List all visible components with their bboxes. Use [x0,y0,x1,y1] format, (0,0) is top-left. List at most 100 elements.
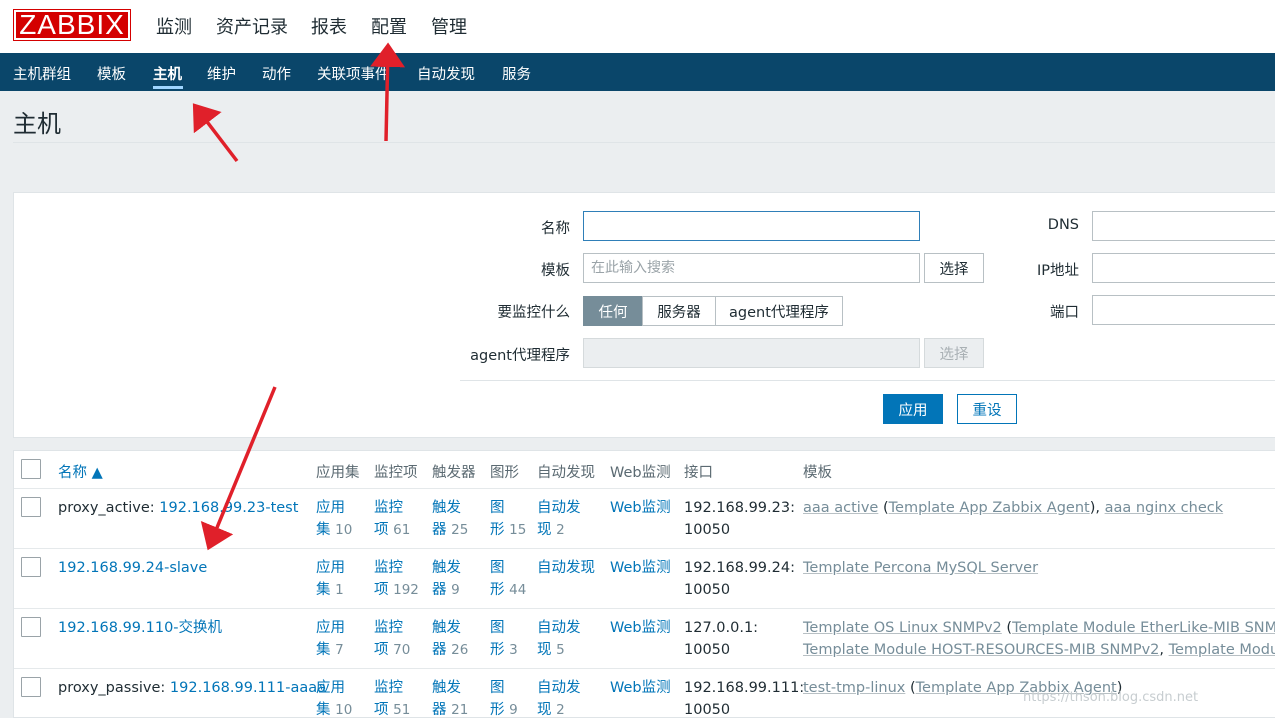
items-cell: 监控项 51 [374,677,411,718]
web-monitoring-link[interactable]: Web监测 [610,497,671,519]
column-header-web: Web监测 [610,465,671,481]
applications-label-a: 应用 [316,620,345,636]
column-header-templates: 模板 [803,465,832,481]
discovery-label-b: 现 [537,642,552,658]
proxy-select-button: 选择 [924,338,984,368]
apply-button[interactable]: 应用 [883,394,943,424]
subnav-actions[interactable]: 动作 [262,63,291,84]
row-checkbox[interactable] [21,677,41,697]
graphs-count: 3 [509,642,518,658]
host-name-link[interactable]: 192.168.99.23-test [159,500,298,516]
discovery-label-b: 现 [537,522,552,538]
template-link[interactable]: aaa active [803,500,878,516]
template-link[interactable]: Template Module [1169,642,1275,658]
monitored-by-proxy-option[interactable]: agent代理程序 [715,296,843,326]
host-name-link[interactable]: 192.168.99.110-交换机 [58,620,222,636]
template-select-button[interactable]: 选择 [924,253,984,283]
row-checkbox[interactable] [21,557,41,577]
monitored-by-any-option[interactable]: 任何 [583,296,643,326]
discovery-label-a: 自动发 [537,620,581,636]
host-name-link[interactable]: 192.168.99.111-aaaa [170,680,326,696]
page-title: 主机 [13,110,61,138]
template-link[interactable]: aaa nginx check [1105,500,1224,516]
reset-button[interactable]: 重设 [957,394,1017,424]
graphs-label-b: 形 [490,702,505,718]
logo-text: ZABBIX [19,9,125,40]
triggers-cell: 触发器 9 [432,557,461,601]
filter-template-input[interactable] [583,253,920,283]
items-label-b: 项 [374,582,389,598]
host-name-link[interactable]: 192.168.99.24-slave [58,560,207,576]
items-label-b: 项 [374,642,389,658]
proxy-label: proxy_passive: [58,680,170,696]
subnav-services[interactable]: 服务 [502,63,531,84]
discovery-label-b: 现 [537,702,552,718]
host-name-cell: 192.168.99.110-交换机 [58,617,222,639]
template-link[interactable]: Template App Zabbix Agent [889,500,1090,516]
hosts-table: 名称 ▲ 应用集 监控项 触发器 图形 自动发现 Web监测 接口 模板 pro… [13,450,1275,718]
items-cell: 监控项 192 [374,557,419,601]
arrow-to-hosts-tab [192,103,239,163]
applications-label-b: 集 [316,582,331,598]
graphs-cell: 图形 9 [490,677,518,718]
graphs-label-b: 形 [490,642,505,658]
graphs-link[interactable]: 图形 [490,500,505,538]
template-separator: , [1159,642,1169,658]
title-divider [13,142,1275,143]
topnav-inventory[interactable]: 资产记录 [216,13,288,39]
column-header-name[interactable]: 名称 ▲ [58,461,103,482]
filter-port-input[interactable] [1092,295,1275,325]
row-checkbox[interactable] [21,617,41,637]
interface-cell: 127.0.0.1: 10050 [684,617,758,661]
triggers-label-a: 触发 [432,560,461,576]
topnav-monitoring[interactable]: 监测 [156,13,192,39]
web-monitoring-link[interactable]: Web监测 [610,617,671,639]
triggers-label-a: 触发 [432,500,461,516]
interface-port: 10050 [684,522,731,538]
subnav-hosts[interactable]: 主机 [153,63,182,84]
template-link[interactable]: Template Percona MySQL Server [803,560,1038,576]
items-count: 51 [393,702,411,718]
items-count: 192 [393,582,419,598]
select-all-checkbox[interactable] [21,459,41,479]
triggers-label-a: 触发 [432,620,461,636]
topnav-administration[interactable]: 管理 [431,13,467,39]
graphs-link[interactable]: 图形 [490,680,505,718]
host-name-cell: proxy_passive: 192.168.99.111-aaaa [58,677,326,699]
monitored-by-server-option[interactable]: 服务器 [642,296,716,326]
discovery-cell: 自动发现 5 [537,617,581,661]
graphs-label-b: 形 [490,522,505,538]
subnav-maintenance[interactable]: 维护 [207,63,236,84]
subnav-host-groups[interactable]: 主机群组 [13,63,71,84]
interface-cell: 192.168.99.111: 10050 [684,677,805,717]
triggers-count: 9 [451,582,460,598]
interface-port: 10050 [684,642,731,658]
topnav-reports[interactable]: 报表 [311,13,347,39]
row-checkbox[interactable] [21,497,41,517]
zabbix-logo[interactable]: ZABBIX [13,9,131,41]
filter-ip-input[interactable] [1092,253,1275,283]
discovery-count: 2 [556,702,565,718]
template-link[interactable]: Template Module EtherLike-MIB SNMPv2 [1012,620,1275,636]
templates-cell: Template Percona MySQL Server [803,557,1038,579]
filter-name-input[interactable] [583,211,920,241]
template-link[interactable]: Template Module HOST-RESOURCES-MIB SNMPv… [803,642,1159,658]
topnav-configuration[interactable]: 配置 [371,13,407,39]
web-monitoring-link[interactable]: Web监测 [610,557,671,579]
column-header-graphs: 图形 [490,465,519,481]
graphs-link[interactable]: 图形 [490,560,505,598]
triggers-count: 26 [451,642,469,658]
discovery-count: 5 [556,642,565,658]
interface-address: 192.168.99.111: [684,680,805,696]
template-link[interactable]: test-tmp-linux [803,680,905,696]
filter-dns-input[interactable] [1092,211,1275,241]
web-monitoring-link[interactable]: Web监测 [610,677,671,699]
template-link[interactable]: Template OS Linux SNMPv2 [803,620,1002,636]
sub-navigation: 主机群组 模板 主机 维护 动作 关联项事件 自动发现 服务 [0,53,1275,91]
subnav-discovery[interactable]: 自动发现 [417,63,475,84]
graphs-link[interactable]: 图形 [490,620,505,658]
subnav-templates[interactable]: 模板 [97,63,126,84]
triggers-cell: 触发器 21 [432,677,468,717]
subnav-event-correlation[interactable]: 关联项事件 [317,63,390,84]
discovery-link[interactable]: 自动发现 [537,560,595,576]
